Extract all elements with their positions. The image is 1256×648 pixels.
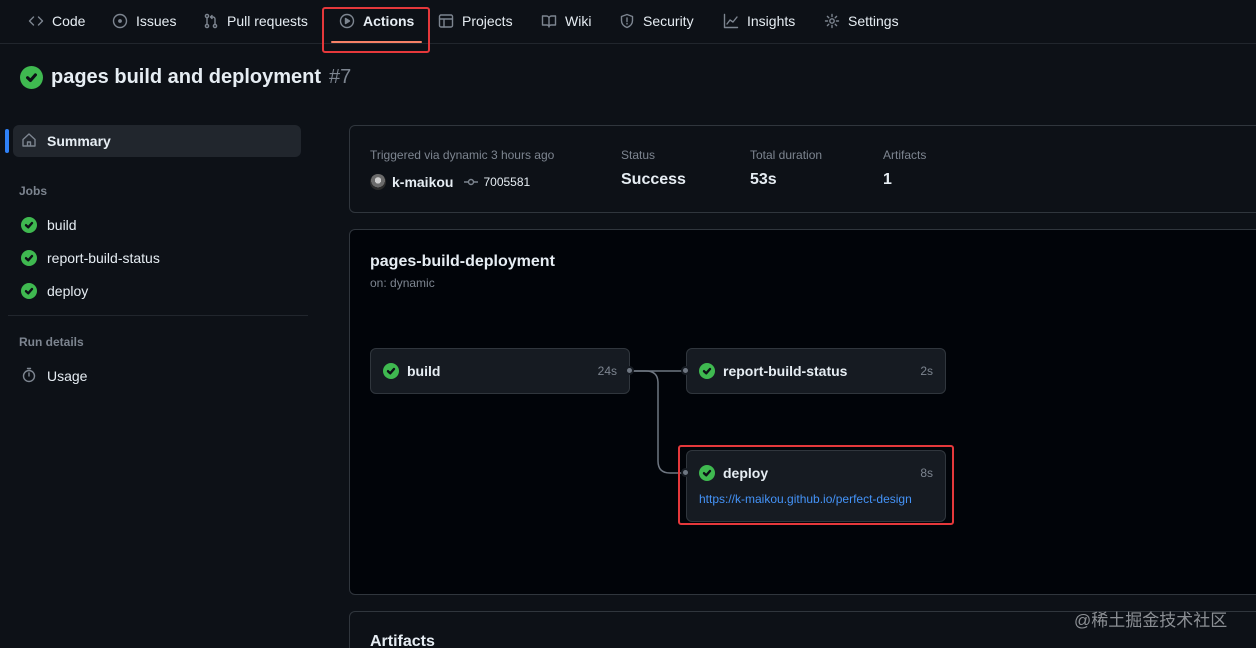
commit-icon — [464, 178, 479, 186]
tab-security[interactable]: Security — [619, 0, 694, 42]
graph-icon — [723, 13, 739, 29]
job-name: report-build-status — [723, 363, 848, 379]
tab-code-label: Code — [52, 13, 86, 29]
duration-value: 53s — [750, 171, 777, 188]
selected-indicator — [5, 129, 9, 153]
artifacts-heading: Artifacts — [370, 633, 435, 648]
artifacts-label: Artifacts — [883, 148, 927, 162]
sidebar-item-label: deploy — [47, 283, 89, 299]
tab-wiki[interactable]: Wiki — [541, 0, 591, 42]
tab-issues[interactable]: Issues — [112, 0, 176, 42]
sidebar-item-build[interactable]: build — [13, 209, 301, 241]
run-details-heading: Run details — [19, 335, 84, 349]
commit-link[interactable]: 7005581 — [463, 174, 530, 190]
job-output-dot — [625, 366, 634, 375]
tab-issues-label: Issues — [136, 13, 177, 29]
trigger-label: Triggered via dynamic 3 hours ago — [370, 148, 555, 162]
tab-projects-label: Projects — [462, 13, 513, 29]
sidebar-item-label: Usage — [47, 368, 88, 384]
sidebar-item-usage[interactable]: Usage — [13, 360, 301, 392]
success-icon — [21, 217, 37, 233]
tab-insights-label: Insights — [747, 13, 796, 29]
stopwatch-icon — [21, 367, 37, 386]
trigger-actor: k-maikou 7005581 — [370, 173, 530, 191]
run-summary-card — [349, 125, 1256, 213]
status-value: Success — [621, 171, 686, 188]
job-name: build — [407, 363, 441, 379]
run-number: #7 — [329, 65, 352, 88]
tab-pull-requests[interactable]: Pull requests — [203, 0, 308, 42]
repo-nav: Code Issues Pull requests Actions Projec… — [0, 0, 1256, 44]
sidebar-item-label: Summary — [47, 133, 111, 149]
commit-sha: 7005581 — [483, 175, 531, 189]
shield-icon — [620, 13, 634, 29]
run-title: pages build and deployment #7 — [20, 64, 351, 90]
job-node-report-build-status[interactable]: report-build-status 2s — [686, 348, 946, 394]
workflow-graph-card — [349, 229, 1256, 595]
tab-code[interactable]: Code — [28, 0, 85, 42]
sidebar-item-label: build — [47, 217, 77, 233]
tab-insights[interactable]: Insights — [723, 0, 795, 42]
sidebar-item-deploy[interactable]: deploy — [13, 275, 301, 307]
job-duration: 24s — [597, 364, 617, 378]
success-icon — [21, 283, 37, 299]
issue-icon — [112, 13, 128, 29]
success-icon — [21, 250, 37, 266]
tab-pull-requests-label: Pull requests — [227, 13, 308, 29]
success-icon — [20, 65, 43, 89]
sidebar-item-report-build-status[interactable]: report-build-status — [13, 242, 301, 274]
duration-label: Total duration — [750, 148, 823, 162]
run-title-text: pages build and deployment — [51, 65, 322, 88]
pull-request-icon — [204, 13, 218, 29]
tab-wiki-label: Wiki — [565, 13, 592, 29]
success-icon — [699, 363, 715, 379]
success-icon — [383, 363, 399, 379]
book-icon — [541, 15, 557, 28]
job-input-dot — [681, 366, 690, 375]
watermark: @稀土掘金技术社区 — [1074, 611, 1228, 630]
job-duration: 2s — [920, 364, 933, 378]
workflow-trigger: on: dynamic — [370, 276, 435, 290]
gear-icon — [824, 13, 840, 29]
actor-name[interactable]: k-maikou — [392, 174, 453, 190]
sidebar-item-summary[interactable]: Summary — [13, 125, 301, 157]
code-icon — [28, 16, 44, 26]
table-icon — [438, 14, 454, 28]
tab-projects[interactable]: Projects — [438, 0, 513, 42]
actions-tab-highlight — [322, 7, 430, 53]
status-label: Status — [621, 148, 656, 162]
workflow-name: pages-build-deployment — [370, 253, 555, 270]
deploy-node-highlight — [678, 445, 954, 525]
home-icon — [21, 132, 37, 151]
artifacts-count[interactable]: 1 — [883, 171, 892, 189]
tab-settings-label: Settings — [848, 13, 899, 29]
tab-security-label: Security — [643, 13, 694, 29]
tab-settings[interactable]: Settings — [824, 0, 899, 42]
sidebar-divider — [8, 315, 308, 316]
job-node-build[interactable]: build 24s — [370, 348, 630, 394]
sidebar-item-label: report-build-status — [47, 250, 160, 266]
jobs-heading: Jobs — [19, 184, 48, 198]
avatar — [370, 174, 386, 190]
